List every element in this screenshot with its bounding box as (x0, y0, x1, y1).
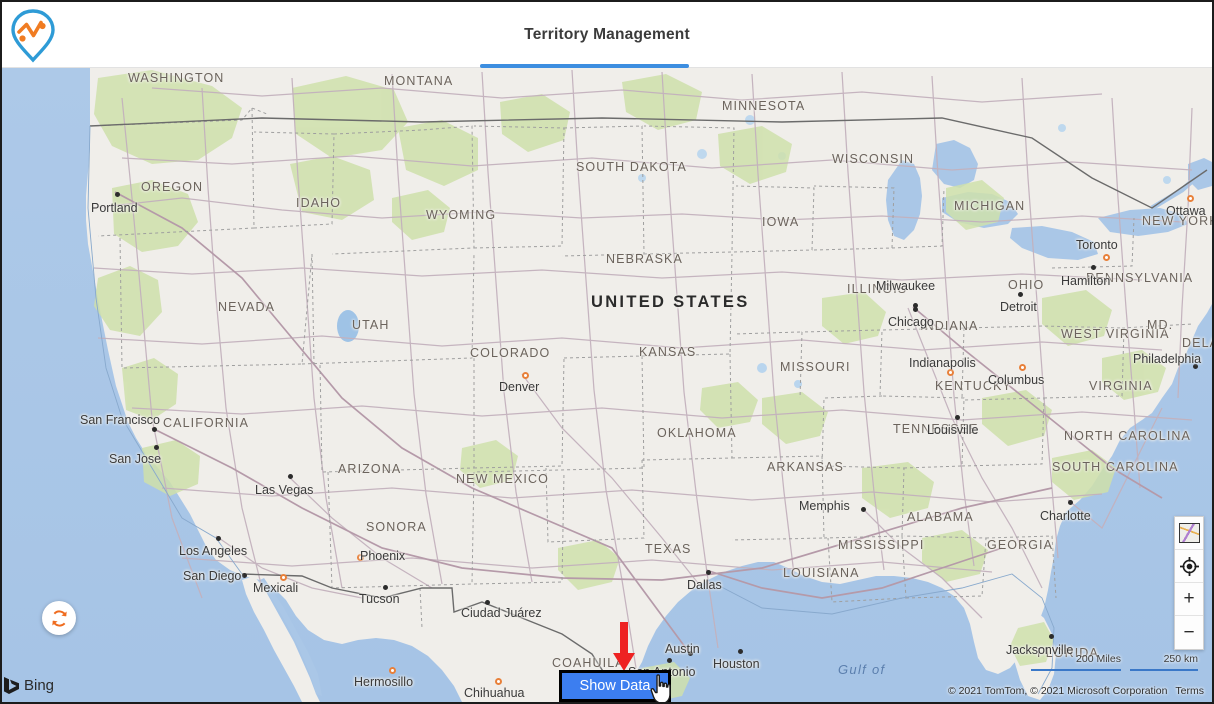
show-data-label: Show Data (579, 678, 651, 694)
map-city-marker (1187, 195, 1194, 202)
map-city-marker (1091, 265, 1096, 270)
map-city-marker (706, 570, 711, 575)
map-city-marker (861, 507, 866, 512)
terms-link[interactable]: Terms (1175, 685, 1204, 697)
bing-mark-icon (4, 677, 19, 694)
map-city-marker (913, 307, 918, 312)
map-style-thumbnail-icon (1178, 523, 1200, 543)
attribution-text: © 2021 TomTom, © 2021 Microsoft Corporat… (947, 685, 1168, 697)
map-city-marker (1049, 634, 1054, 639)
map-canvas[interactable]: WASHINGTON MONTANA MINNESOTA WISCONSIN SOUTH… (2, 68, 1212, 702)
map-city-marker (1018, 292, 1023, 297)
map-city-marker (947, 369, 954, 376)
map-city-marker (522, 372, 529, 379)
scale-miles-line (1031, 669, 1121, 671)
pointer-hand-cursor (650, 674, 671, 702)
map-city-marker (485, 600, 490, 605)
map-city-marker (1019, 364, 1026, 371)
map-city-marker (667, 658, 672, 663)
map-city-marker (280, 574, 287, 581)
zoom-in-button[interactable]: + (1175, 583, 1203, 616)
map-city-marker (357, 554, 364, 561)
active-tab-indicator (480, 64, 689, 68)
map-scale-bar: 200 Miles 250 km (1031, 649, 1198, 671)
app-window: Territory Management WASHINGTON MONTANA … (0, 0, 1214, 704)
map-city-marker (955, 415, 960, 420)
map-city-marker (154, 445, 159, 450)
map-city-marker (688, 651, 693, 656)
map-city-marker (1068, 500, 1073, 505)
map-city-marker (242, 573, 247, 578)
map-city-marker (738, 649, 743, 654)
map-attribution: © 2021 TomTom, © 2021 Microsoft Corporat… (948, 685, 1204, 697)
scale-km: 250 km (1130, 649, 1198, 671)
refresh-icon (51, 609, 67, 627)
scale-km-line (1130, 669, 1198, 671)
page-title: Territory Management (524, 26, 690, 43)
bing-label: Bing (24, 676, 55, 694)
scale-miles: 200 Miles (1031, 649, 1121, 671)
map-city-marker (1103, 254, 1110, 261)
map-city-marker (288, 474, 293, 479)
map-controls[interactable]: + − (1174, 516, 1204, 650)
map-city-marker (389, 667, 396, 674)
app-header: Territory Management (2, 2, 1212, 68)
zoom-out-button[interactable]: − (1175, 616, 1203, 649)
map-city-marker (152, 427, 157, 432)
reset-map-button[interactable] (42, 601, 76, 635)
bing-logo[interactable]: Bing (4, 676, 54, 694)
red-down-arrow-annotation (613, 622, 635, 671)
map-city-marker (495, 678, 502, 685)
map-city-marker (115, 192, 120, 197)
map-city-marker (216, 536, 221, 541)
map-style-button[interactable] (1175, 517, 1203, 550)
locate-me-button[interactable] (1175, 550, 1203, 583)
map-city-marker (383, 585, 388, 590)
map-terrain (2, 68, 1212, 702)
scale-miles-label: 200 Miles (1076, 653, 1121, 665)
map-city-marker (1193, 364, 1198, 369)
scale-km-label: 250 km (1163, 653, 1198, 665)
crosshair-icon (1179, 556, 1199, 576)
